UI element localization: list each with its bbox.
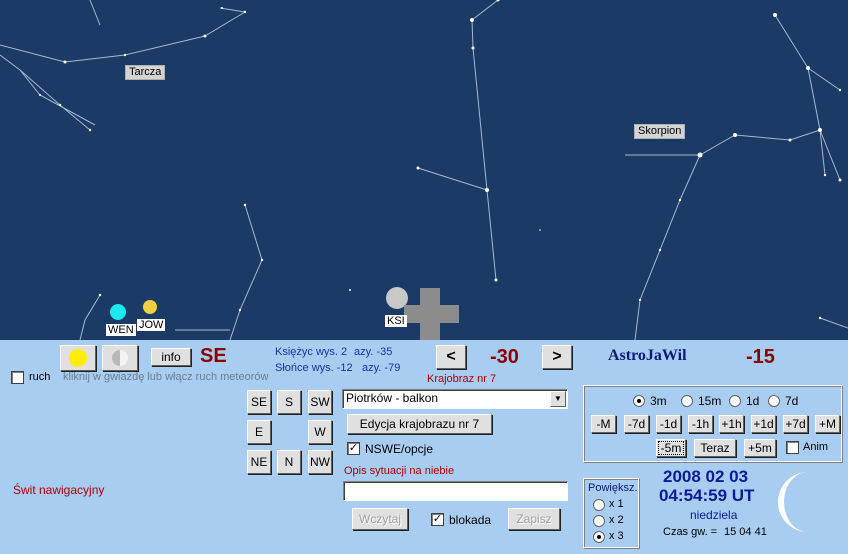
step-minus-7d-button[interactable]: -7d	[624, 415, 649, 433]
dir-nw-button[interactable]: NW	[308, 450, 332, 474]
planet-label-ksi[interactable]: KSI	[385, 315, 407, 327]
sidereal-time-label: Czas gw. =	[663, 526, 718, 538]
now-button[interactable]: Teraz	[694, 439, 736, 457]
dir-sw-button[interactable]: SW	[308, 390, 332, 414]
dropdown-arrow-icon[interactable]: ▼	[550, 391, 566, 407]
step-minus-month-button[interactable]: -M	[591, 415, 616, 433]
motion-hint: kliknij w gwiazdę lub włącz ruch meteoró…	[63, 371, 269, 383]
step-1d-label: 1d	[746, 394, 760, 408]
moon-phase-icon	[112, 350, 128, 366]
altitude-value: -15	[746, 346, 775, 368]
sun-altitude: Słońce wys. -12	[275, 362, 353, 374]
twilight-status: Świt nawigacyjny	[13, 483, 105, 497]
moon-azimuth: azy. -35	[354, 346, 393, 358]
motion-checkbox[interactable]	[11, 371, 24, 384]
dir-s-button[interactable]: S	[277, 390, 301, 414]
edit-landscape-button[interactable]: Edycja krajobrazu nr 7	[347, 414, 492, 434]
sun-icon	[69, 349, 87, 367]
step-15m-label: 15m	[698, 394, 722, 408]
situation-label: Opis sytuacji na niebie	[344, 465, 455, 477]
constellation-label-skorpion[interactable]: Skorpion	[634, 124, 686, 139]
dir-se-button[interactable]: SE	[247, 390, 271, 414]
planet-label-jow[interactable]: JOW	[137, 319, 166, 331]
zoom-x1-label: x 1	[609, 498, 624, 510]
time-display: 04:54:59 UT	[659, 486, 755, 505]
zoom-x2-label: x 2	[609, 514, 624, 526]
step-plus-5m-button[interactable]: +5m	[744, 439, 776, 457]
control-panel: info SE Księżyc wys. 2 azy. -35 Słońce w…	[0, 340, 848, 554]
landscape-cross-marker	[404, 288, 459, 340]
dir-ne-button[interactable]: NE	[247, 450, 271, 474]
step-plus-7d-button[interactable]: +7d	[783, 415, 808, 433]
step-7d-label: 7d	[785, 394, 799, 408]
moon-altitude: Księżyc wys. 2	[275, 346, 348, 358]
landscape-number-label: Krajobraz nr 7	[427, 373, 497, 385]
nswe-checkbox[interactable]: ✓	[347, 442, 360, 455]
info-button[interactable]: info	[151, 348, 191, 366]
date-display: 2008 02 03	[663, 467, 749, 486]
sidereal-time-value: 15 04 41	[724, 526, 767, 538]
landscape-select[interactable]: Piotrków - balkon ▼	[342, 389, 568, 409]
situation-input[interactable]	[343, 481, 568, 501]
save-button[interactable]: Zapisz	[508, 508, 560, 530]
azimuth-value: -30	[490, 346, 519, 368]
star-chart[interactable]	[0, 0, 848, 340]
zoom-x2-radio[interactable]	[593, 515, 605, 527]
anim-checkbox[interactable]	[786, 441, 799, 454]
step-3m-radio[interactable]	[633, 395, 645, 407]
planet-label-wen[interactable]: WEN	[106, 324, 136, 336]
lock-label: blokada	[449, 513, 492, 527]
moon-phase-button[interactable]	[102, 345, 138, 371]
zoom-title: Powiększ.	[588, 482, 638, 494]
step-plus-1h-button[interactable]: +1h	[719, 415, 744, 433]
weekday-display: niedziela	[690, 508, 738, 522]
step-15m-radio[interactable]	[681, 395, 693, 407]
step-minus-1d-button[interactable]: -1d	[656, 415, 681, 433]
motion-label: ruch	[29, 371, 51, 383]
anim-label: Anim	[803, 441, 829, 453]
zoom-x3-label: x 3	[609, 530, 624, 542]
dir-n-button[interactable]: N	[277, 450, 301, 474]
moon-crescent-icon	[778, 472, 808, 532]
view-direction: SE	[200, 345, 227, 367]
lock-checkbox[interactable]: ✓	[431, 513, 444, 526]
rotate-left-button[interactable]: <	[436, 345, 466, 369]
jupiter-marker[interactable]	[143, 300, 157, 314]
sun-azimuth: azy. -79	[362, 362, 401, 374]
step-plus-1d-button[interactable]: +1d	[751, 415, 776, 433]
step-1d-radio[interactable]	[729, 395, 741, 407]
venus-marker[interactable]	[110, 304, 126, 320]
nswe-label: NSWE/opcje	[365, 442, 434, 456]
zoom-x1-radio[interactable]	[593, 499, 605, 511]
constellation-label-tarcza[interactable]: Tarcza	[125, 65, 166, 80]
sun-button[interactable]	[60, 345, 96, 371]
dir-w-button[interactable]: W	[308, 420, 332, 444]
step-7d-radio[interactable]	[768, 395, 780, 407]
step-3m-label: 3m	[650, 394, 667, 408]
dir-e-button[interactable]: E	[247, 420, 271, 444]
landscape-select-value: Piotrków - balkon	[346, 391, 439, 405]
step-plus-month-button[interactable]: +M	[815, 415, 840, 433]
sky-view[interactable]: Tarcza Skorpion WEN JOW KSI	[0, 0, 848, 340]
load-button[interactable]: Wczytaj	[352, 508, 408, 530]
step-minus-5m-button[interactable]: -5m	[656, 439, 686, 457]
zoom-x3-radio[interactable]	[593, 531, 605, 543]
rotate-right-button[interactable]: >	[542, 345, 572, 369]
step-minus-1h-button[interactable]: -1h	[688, 415, 713, 433]
app-title: AstroJaWil	[608, 347, 687, 364]
